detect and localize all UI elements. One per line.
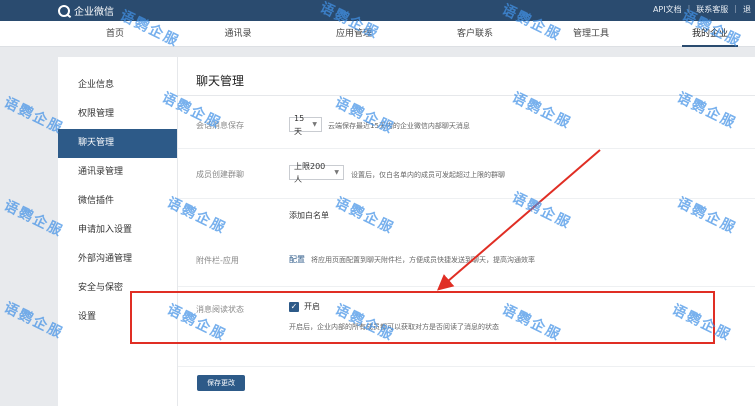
title-divider — [178, 95, 755, 96]
sidebar-item-enterprise-info[interactable]: 企业信息 — [58, 71, 177, 100]
logout-link[interactable]: 退 — [743, 4, 751, 15]
top-bar: 企业微信 API文档 | 联系客服 | 退 — [0, 0, 755, 21]
attachment-bar-description: 将应用页面配置到聊天附件栏，方便成员快捷发送到聊天，提高沟通效率 — [311, 256, 535, 264]
row-divider — [178, 366, 755, 367]
nav-contacts[interactable]: 通讯录 — [212, 21, 264, 47]
sidebar-item-contacts-management[interactable]: 通讯录管理 — [58, 158, 177, 187]
logo[interactable]: 企业微信 — [58, 3, 114, 18]
group-chat-limit-value: 上限200人 — [294, 161, 326, 184]
page-panel: 企业信息 权限管理 聊天管理 通讯录管理 微信插件 申请加入设置 外部沟通管理 … — [58, 57, 755, 406]
nav-management-tools[interactable]: 管理工具 — [563, 21, 619, 47]
logo-text: 企业微信 — [74, 7, 114, 18]
chevron-down-icon: ▼ — [312, 121, 317, 128]
row-divider — [178, 198, 755, 199]
top-link-separator: | — [734, 4, 737, 13]
configure-link[interactable]: 配置 — [289, 254, 305, 265]
sidebar-item-chat-management[interactable]: 聊天管理 — [58, 129, 177, 158]
sidebar-item-wechat-plugin[interactable]: 微信插件 — [58, 187, 177, 216]
row-divider — [178, 148, 755, 149]
sidebar-item-join-settings[interactable]: 申请加入设置 — [58, 216, 177, 245]
message-save-select[interactable]: 15天 ▼ — [289, 114, 322, 136]
sidebar: 企业信息 权限管理 聊天管理 通讯录管理 微信插件 申请加入设置 外部沟通管理 … — [58, 57, 178, 406]
sidebar-item-external-communication[interactable]: 外部沟通管理 — [58, 245, 177, 274]
group-chat-description: 设置后，仅白名单内的成员可发起超过上限的群聊 — [351, 171, 505, 179]
message-save-value: 15天 — [294, 113, 305, 136]
api-docs-link[interactable]: API文档 — [653, 4, 682, 15]
row-divider — [178, 286, 755, 287]
add-whitelist-link[interactable]: 添加白名单 — [289, 210, 329, 221]
message-save-description: 云端保存最近15天内的企业微信内部聊天消息 — [328, 122, 470, 130]
group-chat-limit-select[interactable]: 上限200人 ▼ — [289, 162, 344, 184]
main-content: 聊天管理 会话消息保存 15天 ▼ 云端保存最近15天内的企业微信内部聊天消息 … — [178, 57, 755, 406]
group-chat-label: 成员创建群聊 — [196, 170, 244, 179]
save-changes-button[interactable]: 保存更改 — [197, 375, 245, 391]
nav-customer-contact[interactable]: 客户联系 — [447, 21, 503, 47]
wechat-work-logo-icon — [58, 4, 70, 17]
chevron-down-icon: ▼ — [334, 169, 339, 176]
page-title: 聊天管理 — [196, 74, 245, 88]
attachment-bar-label: 附件栏-应用 — [196, 256, 239, 265]
